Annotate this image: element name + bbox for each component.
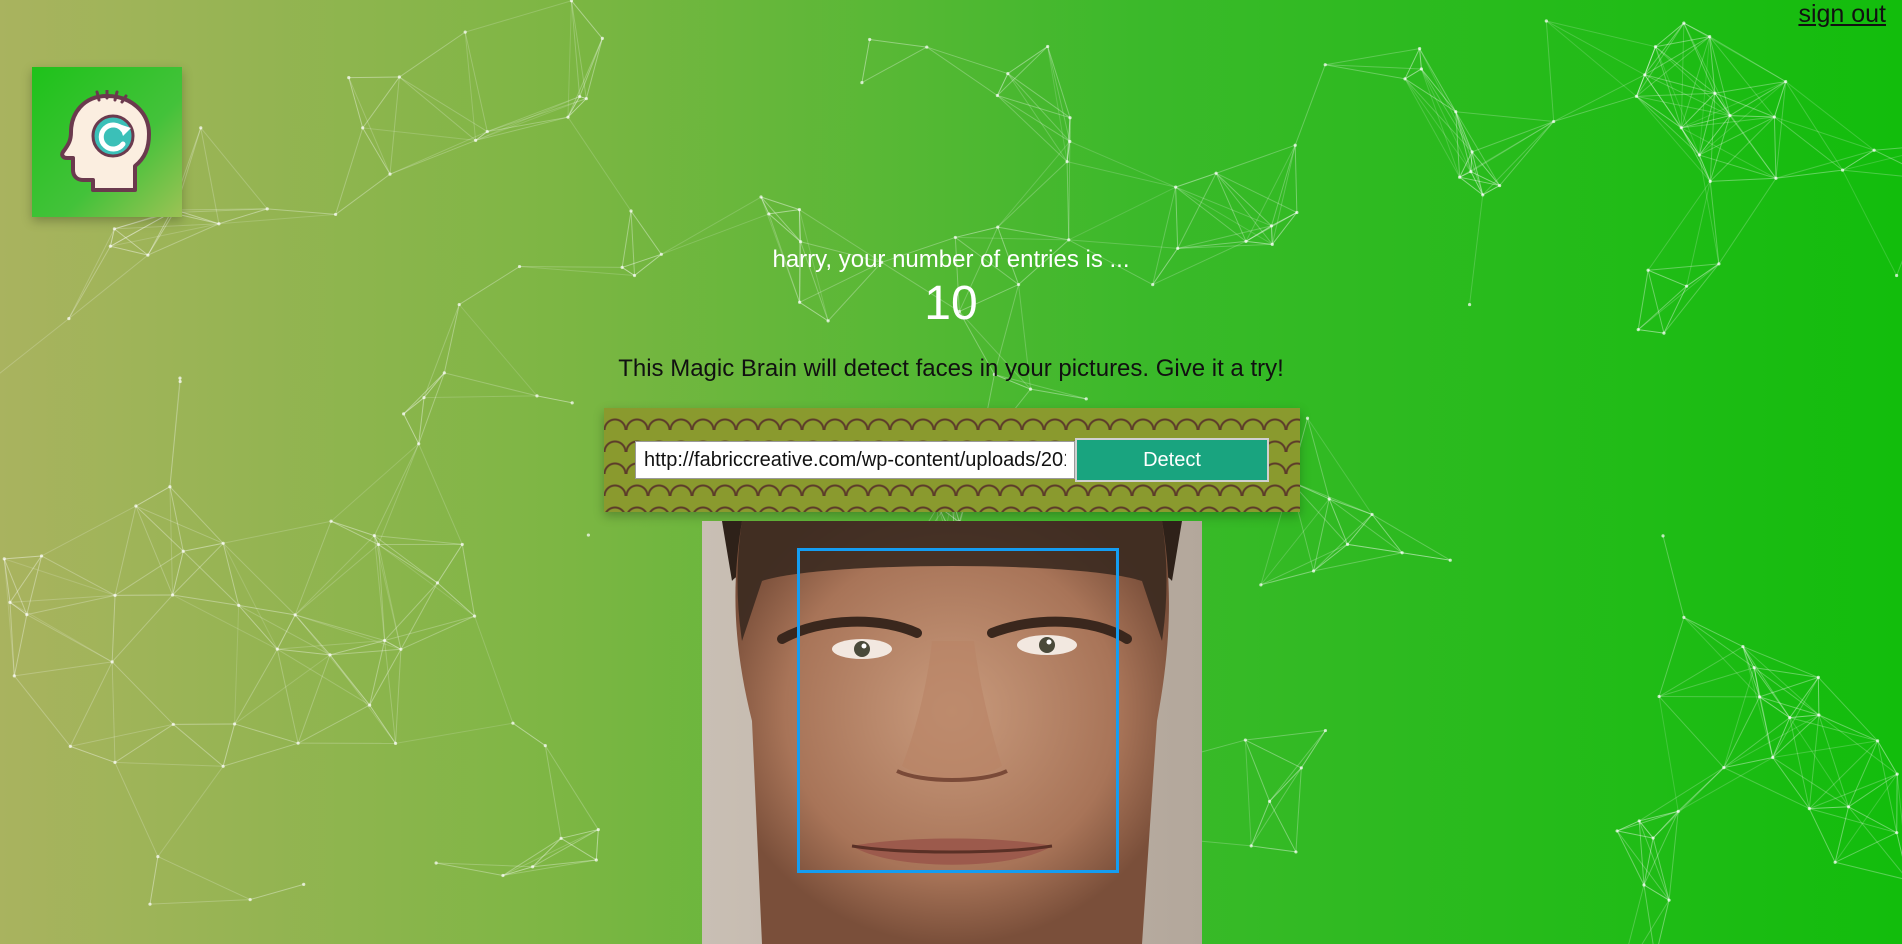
brain-refresh-head-icon — [60, 90, 151, 192]
sign-out-link[interactable]: sign out — [1798, 0, 1886, 29]
app-logo — [32, 67, 182, 217]
tagline: This Magic Brain will detect faces in yo… — [618, 355, 1284, 382]
entries-greeting: harry, your number of entries is ... — [772, 246, 1130, 273]
entries-count: 10 — [924, 277, 978, 330]
image-link-form: Detect — [604, 408, 1300, 512]
image-url-input[interactable] — [635, 441, 1075, 479]
detect-button[interactable]: Detect — [1075, 438, 1269, 482]
face-image — [702, 521, 1202, 944]
face-bounding-box — [797, 548, 1119, 873]
